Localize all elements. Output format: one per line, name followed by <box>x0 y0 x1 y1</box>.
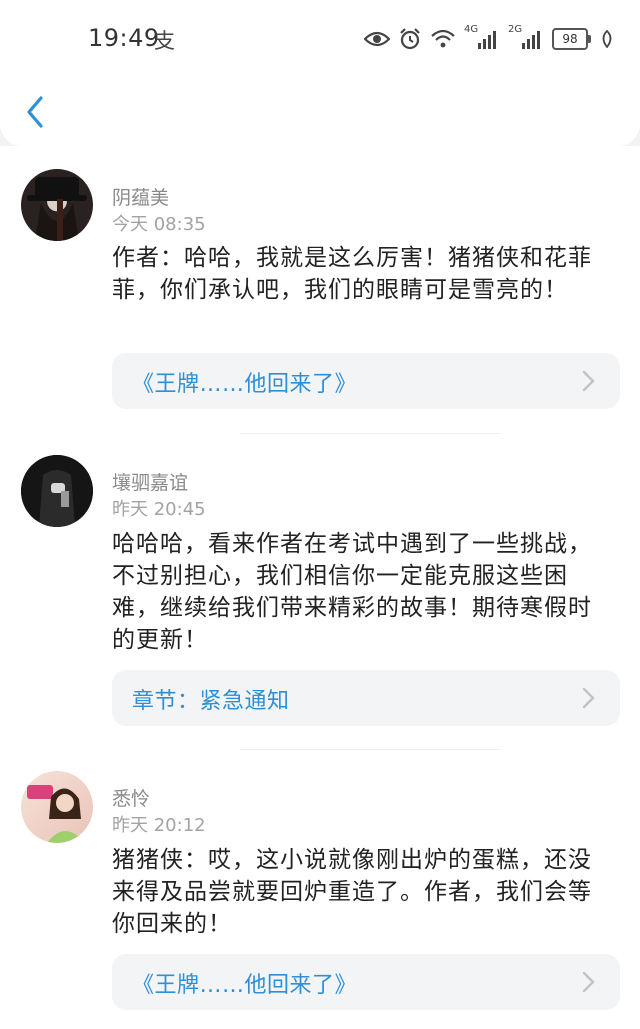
top-header: 19:49 支 4G 2G 98 <box>0 0 640 146</box>
chapter-link-text[interactable]: 章节：紧急通知 <box>132 683 290 715</box>
comment-username[interactable]: 壤驷嘉谊 <box>112 468 188 495</box>
chevron-left-icon <box>27 96 43 128</box>
comment-text: 哈哈哈，看来作者在考试中遇到了一些挑战，不过别担心，我们相信你一定能克服这些困难… <box>112 531 592 653</box>
comment-list: 阴蕴美 今天 08:35 作者：哈哈，我就是这么厉害！猪猪侠和花菲菲，你们承认吧… <box>0 146 640 1029</box>
back-button[interactable] <box>20 90 50 134</box>
book-link-card[interactable]: 《王牌……他回来了》 <box>112 353 620 409</box>
chevron-right-icon <box>582 687 595 709</box>
book-link-text[interactable]: 《王牌……他回来了》 <box>132 967 357 999</box>
avatar[interactable] <box>21 771 93 843</box>
alipay-icon: 支 <box>154 29 175 53</box>
comment-time: 昨天 20:45 <box>112 499 206 520</box>
comment-time: 今天 08:35 <box>112 214 206 235</box>
divider <box>240 433 500 434</box>
chevron-right-icon <box>582 971 595 993</box>
alarm-icon <box>400 28 420 50</box>
comment-username[interactable]: 阴蕴美 <box>112 183 169 210</box>
comment-time: 昨天 20:12 <box>112 815 206 836</box>
status-time: 19:49 <box>88 24 160 52</box>
divider <box>240 749 500 750</box>
comment-username[interactable]: 悉怜 <box>112 784 150 811</box>
book-link-card[interactable]: 《王牌……他回来了》 <box>112 954 620 1010</box>
leaf-icon <box>602 30 612 48</box>
avatar[interactable] <box>21 455 93 527</box>
status-icons: 4G 2G 98 <box>364 22 614 56</box>
comment-text: 猪猪侠：哎，这小说就像刚出炉的蛋糕，还没来得及品尝就要回炉重造了。作者，我们会等… <box>112 847 592 937</box>
signal-4g-icon: 4G <box>464 24 500 50</box>
battery-icon: 98 <box>552 28 591 50</box>
signal-2g-icon: 2G <box>508 24 544 50</box>
wifi-icon <box>431 29 455 48</box>
avatar[interactable] <box>21 169 93 241</box>
status-bar: 19:49 支 4G 2G 98 <box>0 0 640 80</box>
book-link-text[interactable]: 《王牌……他回来了》 <box>132 366 357 398</box>
comment-text: 作者：哈哈，我就是这么厉害！猪猪侠和花菲菲，你们承认吧，我们的眼睛可是雪亮的！ <box>112 245 592 303</box>
chapter-link-card[interactable]: 章节：紧急通知 <box>112 670 620 726</box>
eye-icon <box>364 31 390 47</box>
chevron-right-icon <box>582 370 595 392</box>
